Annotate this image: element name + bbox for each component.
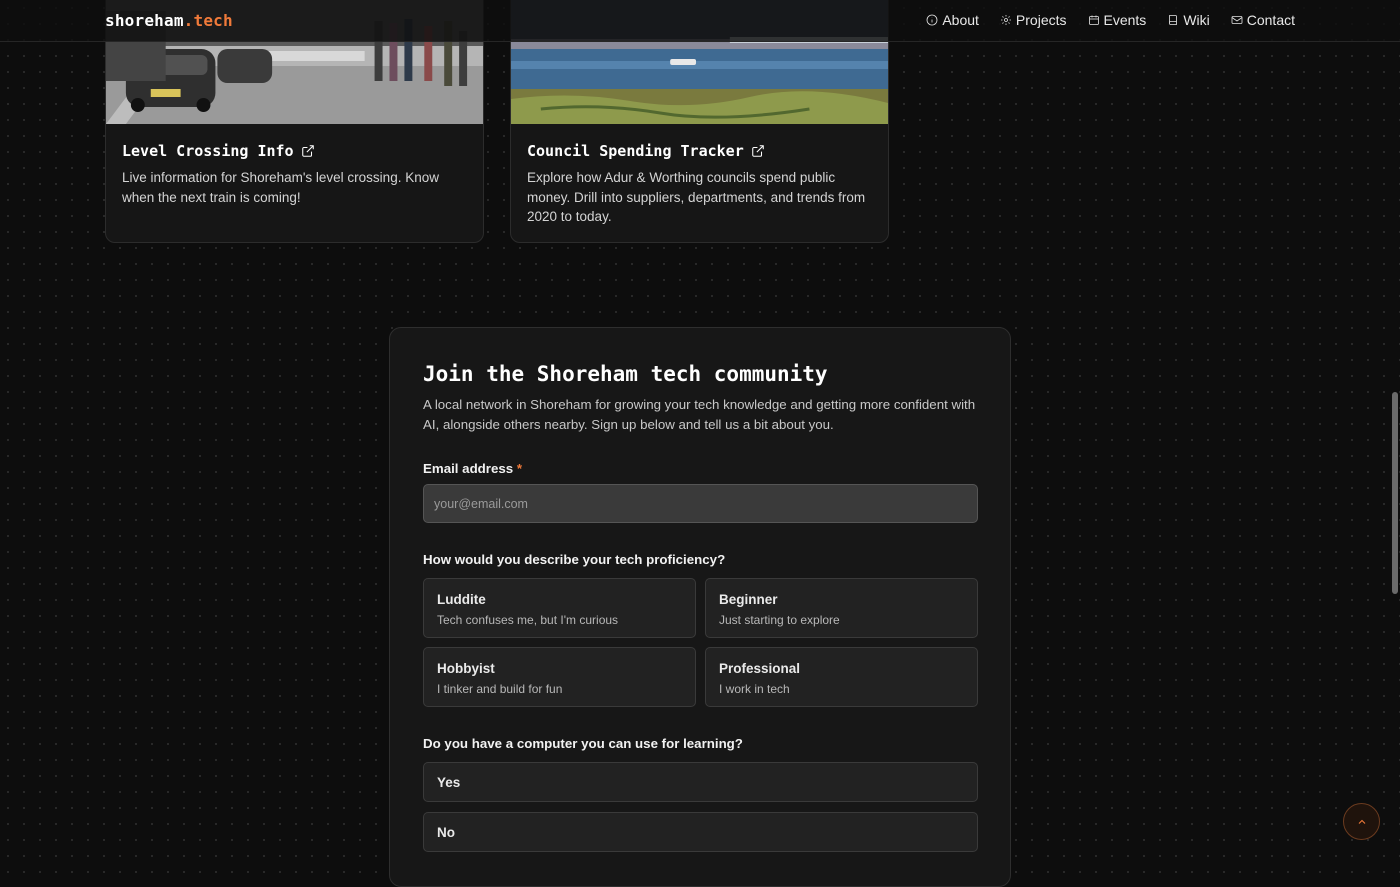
proficiency-option-beginner[interactable]: Beginner Just starting to explore <box>705 578 978 638</box>
option-title: Luddite <box>437 592 486 607</box>
book-icon <box>1169 15 1178 25</box>
option-description: Just starting to explore <box>719 613 840 627</box>
project-title-text: Level Crossing Info <box>122 142 294 160</box>
project-title[interactable]: Council Spending Tracker <box>527 142 765 160</box>
computer-option-no[interactable]: No <box>423 812 978 852</box>
top-nav: shoreham.tech About Projects Events Wiki… <box>0 0 1400 42</box>
computer-option-yes[interactable]: Yes <box>423 762 978 802</box>
scrollbar-thumb[interactable] <box>1392 392 1398 594</box>
option-description: I tinker and build for fun <box>437 682 563 696</box>
email-label: Email address * <box>423 461 522 476</box>
external-link-icon <box>751 145 764 157</box>
join-subtitle: A local network in Shoreham for growing … <box>423 397 976 432</box>
option-label: No <box>437 825 455 840</box>
mail-icon <box>1231 16 1243 24</box>
option-description: Tech confuses me, but I'm curious <box>437 613 619 627</box>
gear-icon <box>1000 15 1011 25</box>
required-marker: * <box>516 461 523 476</box>
nav-about-label: About <box>942 12 979 28</box>
external-link-icon <box>301 145 314 157</box>
nav-projects-label: Projects <box>1015 12 1067 28</box>
calendar-icon <box>1088 15 1099 25</box>
proficiency-option-hobbyist[interactable]: Hobbyist I tinker and build for fun <box>423 647 696 707</box>
computer-question: Do you have a computer you can use for l… <box>423 736 743 751</box>
join-community-panel: Join the Shoreham tech community A local… <box>389 327 1011 887</box>
nav-wiki-label: Wiki <box>1183 12 1210 28</box>
back-to-top-button[interactable] <box>1343 803 1380 840</box>
site-logo[interactable]: shoreham.tech <box>105 11 233 30</box>
option-title: Professional <box>719 661 801 676</box>
nav-contact[interactable]: Contact <box>1231 12 1295 28</box>
option-label: Yes <box>437 775 461 790</box>
project-description: Explore how Adur & Worthing councils spe… <box>527 170 866 224</box>
page-scrollbar[interactable] <box>1390 0 1400 859</box>
option-title: Hobbyist <box>437 661 495 676</box>
email-label-text: Email address <box>423 461 514 476</box>
nav-contact-label: Contact <box>1246 12 1295 28</box>
nav-about[interactable]: About <box>926 12 979 28</box>
proficiency-option-luddite[interactable]: Luddite Tech confuses me, but I'm curiou… <box>423 578 696 638</box>
join-title: Join the Shoreham tech community <box>423 362 828 386</box>
proficiency-question: How would you describe your tech profici… <box>423 552 726 567</box>
option-description: I work in tech <box>719 682 790 696</box>
info-icon <box>926 14 938 26</box>
nav-links: About Projects Events Wiki Contact <box>926 12 1295 28</box>
project-title[interactable]: Level Crossing Info <box>122 142 315 160</box>
nav-events[interactable]: Events <box>1088 12 1147 28</box>
nav-wiki[interactable]: Wiki <box>1167 12 1210 28</box>
brand-name: shoreham <box>105 11 184 30</box>
proficiency-option-professional[interactable]: Professional I work in tech <box>705 647 978 707</box>
chevron-up-icon <box>1358 819 1365 824</box>
project-title-text: Council Spending Tracker <box>527 142 744 160</box>
brand-accent: .tech <box>183 11 233 30</box>
project-description: Live information for Shoreham's level cr… <box>122 170 439 205</box>
nav-events-label: Events <box>1103 12 1147 28</box>
option-title: Beginner <box>719 592 778 607</box>
email-input[interactable] <box>423 484 978 523</box>
nav-projects[interactable]: Projects <box>1000 12 1067 28</box>
